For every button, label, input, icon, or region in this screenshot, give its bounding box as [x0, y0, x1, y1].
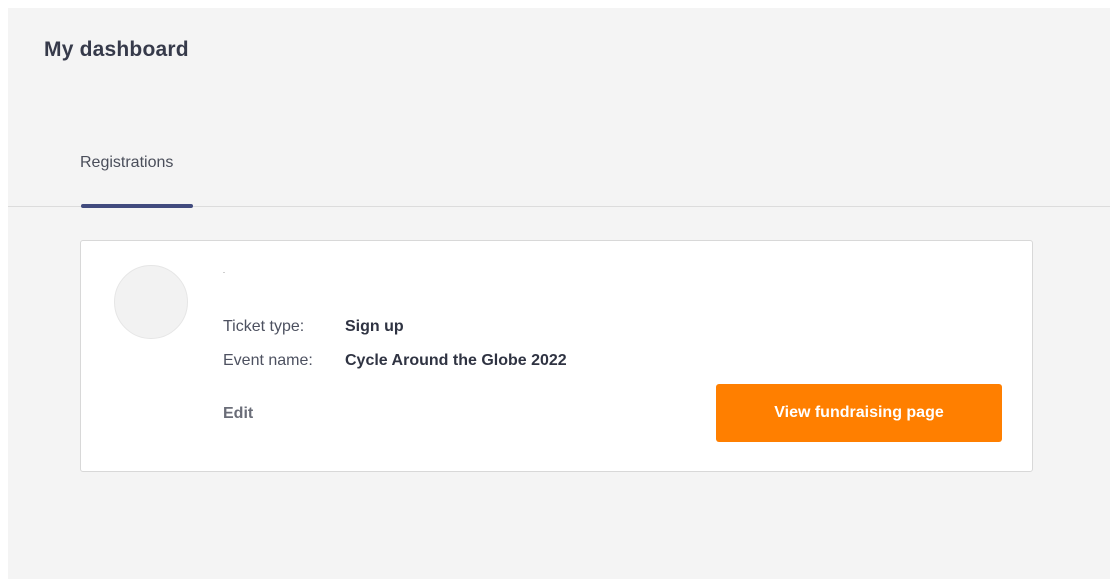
registrant-name — [223, 272, 225, 273]
tab-bar: Registrations — [8, 138, 1110, 208]
view-fundraising-page-button[interactable]: View fundraising page — [716, 384, 1002, 442]
event-name-value: Cycle Around the Globe 2022 — [345, 352, 567, 369]
event-name-label: Event name: — [223, 352, 313, 369]
tab-registrations[interactable]: Registrations — [80, 138, 193, 208]
registration-card: Ticket type: Sign up Event name: Cycle Aro… — [80, 240, 1033, 472]
ticket-type-label: Ticket type: — [223, 318, 305, 335]
avatar — [114, 265, 188, 339]
ticket-type-value: Sign up — [345, 318, 404, 335]
tab-registrations-label: Registrations — [80, 154, 174, 171]
event-name-row: Event name: Cycle Around the Globe 2022 — [223, 351, 567, 371]
ticket-type-row: Ticket type: Sign up — [223, 317, 404, 337]
dashboard-page: My dashboard Registrations Ticket type: S… — [8, 8, 1110, 579]
page-title: My dashboard — [44, 38, 189, 61]
edit-link[interactable]: Edit — [223, 405, 253, 423]
active-tab-indicator — [81, 204, 193, 208]
